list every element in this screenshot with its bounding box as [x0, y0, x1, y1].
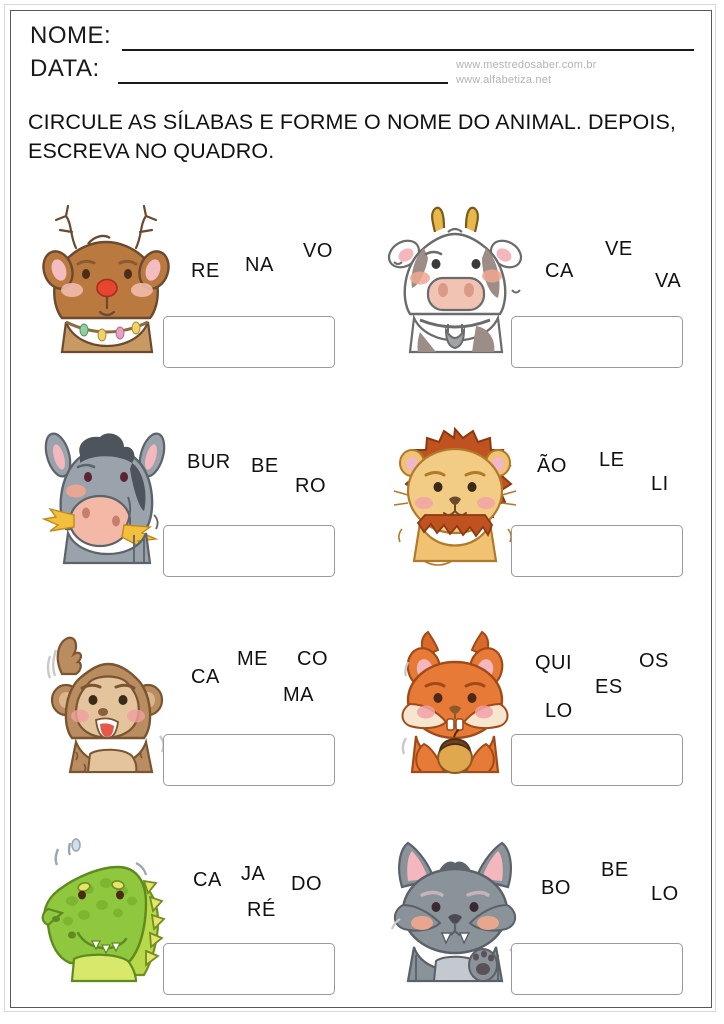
exercise-item-donkey: BUR BE RO — [14, 405, 362, 614]
syllable-group: BO BE LO — [527, 825, 710, 937]
syllable-option[interactable]: ME — [237, 648, 268, 671]
watermark-line-2: www.alfabetiza.net — [456, 73, 552, 86]
worksheet-page: NOME: DATA: www.mestredosaber.com.br www… — [0, 0, 724, 1024]
syllable-group: BUR BE RO — [179, 407, 362, 519]
exercise-item-squirrel: QUI OS ES LO — [362, 614, 710, 823]
exercise-row: BUR BE RO ÃO LE LI — [14, 405, 710, 614]
syllable-option[interactable]: LO — [651, 883, 679, 906]
squirrel-illustration — [380, 620, 530, 785]
syllable-group: CA ME CO MA — [179, 616, 362, 728]
syllable-group: ÃO LE LI — [527, 407, 710, 519]
watermark-line-1: www.mestredosaber.com.br — [456, 59, 597, 71]
syllable-option[interactable]: VO — [303, 240, 333, 263]
syllable-option[interactable]: ES — [595, 676, 623, 699]
syllable-group: CA VE VA — [527, 198, 710, 310]
syllable-option[interactable]: MA — [283, 684, 314, 707]
instruction-text: CIRCULE AS SÍLABAS E FORME O NOME DO ANI… — [28, 110, 676, 163]
syllable-option[interactable]: RE — [191, 260, 220, 283]
syllable-option[interactable]: RÉ — [247, 899, 276, 922]
answer-box[interactable] — [163, 943, 335, 995]
cow-illustration — [380, 202, 530, 367]
name-label: NOME: — [30, 22, 112, 49]
syllable-option[interactable]: LI — [651, 473, 669, 496]
answer-box[interactable] — [511, 943, 683, 995]
syllable-group: RE NA VO — [179, 198, 362, 310]
syllable-option[interactable]: ÃO — [537, 455, 567, 478]
exercise-row: CA JA DO RÉ BO BE LO — [14, 823, 710, 1024]
syllable-option[interactable]: BUR — [187, 451, 231, 474]
syllable-option[interactable]: NA — [245, 254, 274, 277]
lion-illustration — [380, 411, 530, 576]
syllable-group: QUI OS ES LO — [527, 616, 710, 728]
syllable-option[interactable]: CA — [545, 260, 574, 283]
exercise-row: CA ME CO MA QUI OS ES LO — [14, 614, 710, 823]
watermark: www.mestredosaber.com.br www.alfabetiza.… — [456, 58, 597, 88]
wolf-illustration — [380, 829, 530, 994]
answer-box[interactable] — [511, 316, 683, 368]
exercise-item-reindeer: RE NA VO — [14, 196, 362, 405]
syllable-option[interactable]: CA — [193, 869, 222, 892]
syllable-option[interactable]: BE — [251, 455, 279, 478]
syllable-option[interactable]: RO — [295, 475, 326, 498]
syllable-option[interactable]: OS — [639, 650, 669, 673]
donkey-illustration — [32, 411, 182, 576]
syllable-group: CA JA DO RÉ — [179, 825, 362, 937]
answer-box[interactable] — [163, 525, 335, 577]
syllable-option[interactable]: BE — [601, 859, 629, 882]
syllable-option[interactable]: LE — [599, 449, 624, 472]
syllable-option[interactable]: CA — [191, 666, 220, 689]
date-input-line[interactable] — [118, 82, 448, 84]
monkey-illustration — [32, 620, 182, 785]
syllable-option[interactable]: CO — [297, 648, 328, 671]
syllable-option[interactable]: QUI — [535, 652, 572, 675]
exercise-item-wolf: BO BE LO — [362, 823, 710, 1024]
syllable-option[interactable]: DO — [291, 873, 322, 896]
reindeer-illustration — [32, 202, 182, 367]
exercise-grid: RE NA VO CA VE VA BUR BE RO ÃO LE LI CA … — [14, 196, 710, 1024]
syllable-option[interactable]: VE — [605, 238, 633, 261]
answer-box[interactable] — [163, 734, 335, 786]
answer-box[interactable] — [511, 734, 683, 786]
exercise-item-cow: CA VE VA — [362, 196, 710, 405]
syllable-option[interactable]: JA — [241, 863, 265, 886]
syllable-option[interactable]: LO — [545, 700, 573, 723]
date-label: DATA: — [30, 55, 100, 82]
name-field-row: NOME: — [30, 22, 694, 55]
exercise-item-lion: ÃO LE LI — [362, 405, 710, 614]
syllable-option[interactable]: VA — [655, 270, 681, 293]
name-input-line[interactable] — [122, 49, 694, 51]
exercise-item-crocodile: CA JA DO RÉ — [14, 823, 362, 1024]
syllable-option[interactable]: BO — [541, 877, 571, 900]
exercise-item-monkey: CA ME CO MA — [14, 614, 362, 823]
crocodile-illustration — [32, 829, 182, 994]
answer-box[interactable] — [511, 525, 683, 577]
answer-box[interactable] — [163, 316, 335, 368]
exercise-row: RE NA VO CA VE VA — [14, 196, 710, 405]
